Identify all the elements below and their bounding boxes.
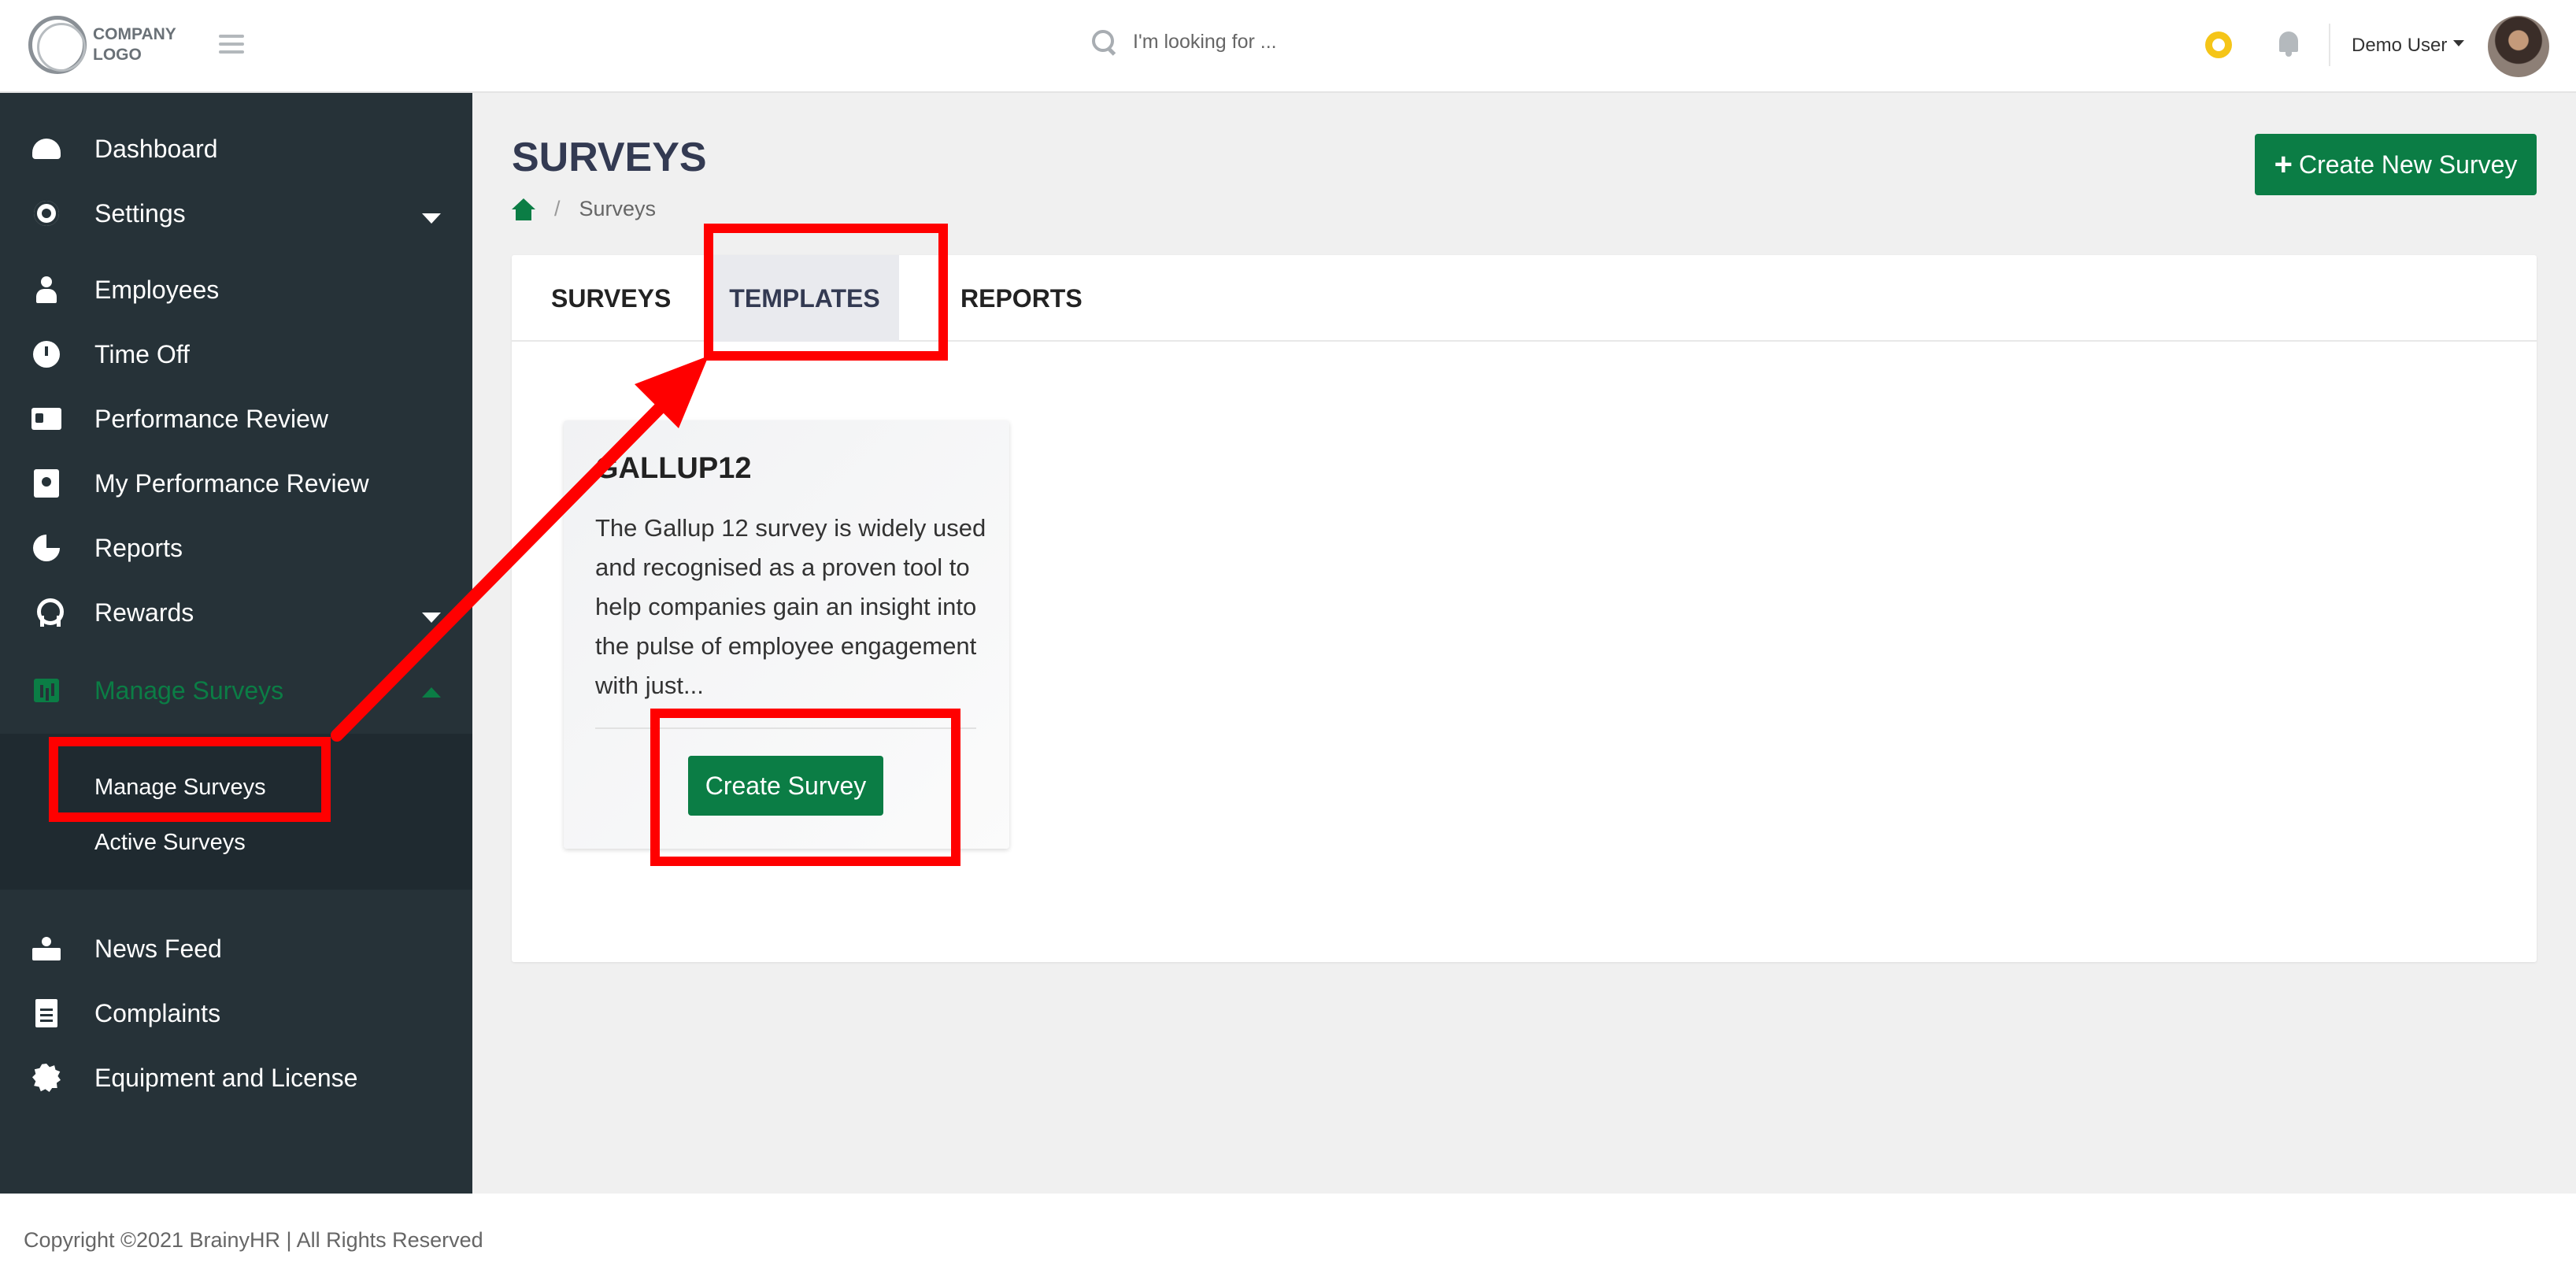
sidebar-item-label: Reports	[94, 533, 183, 562]
sidebar-item-rewards[interactable]: Rewards	[0, 585, 472, 640]
tab-reports[interactable]: REPORTS	[960, 255, 1083, 342]
search-input[interactable]	[1133, 30, 1448, 54]
sidebar-item-news-feed[interactable]: News Feed	[0, 921, 472, 976]
company-logo[interactable]: COMPANY LOGO	[28, 16, 187, 74]
breadcrumb: / Surveys	[512, 197, 656, 221]
footer: Copyright ©2021 BrainyHR | All Rights Re…	[0, 1194, 2576, 1288]
help-icon[interactable]	[2205, 31, 2232, 58]
bell-icon[interactable]	[2277, 30, 2300, 58]
news-icon	[31, 934, 61, 964]
gear-icon	[31, 198, 61, 228]
sidebar-item-label: Employees	[94, 275, 220, 304]
search-icon[interactable]	[1090, 28, 1117, 55]
sidebar-item-label: Performance Review	[94, 404, 328, 433]
top-bar: COMPANY LOGO Demo User	[0, 0, 2576, 93]
sidebar-item-equipment-and-license[interactable]: Equipment and License	[0, 1050, 472, 1105]
chart-icon	[31, 675, 61, 705]
caret-down-icon[interactable]	[422, 213, 441, 224]
sidebar-item-manage-surveys[interactable]: Manage Surveys	[0, 663, 472, 718]
footer-copyright: Copyright ©2021 BrainyHR | All Rights Re…	[24, 1228, 483, 1252]
sidebar-item-label: Dashboard	[94, 134, 218, 163]
sidebar-item-complaints[interactable]: Complaints	[0, 986, 472, 1041]
sidebar-item-label: Complaints	[94, 998, 221, 1027]
user-name: Demo User	[2352, 35, 2448, 56]
sidebar-item-reports[interactable]: Reports	[0, 520, 472, 576]
breadcrumb-current: Surveys	[579, 197, 657, 220]
document-icon	[31, 998, 61, 1028]
plus-icon: +	[2274, 147, 2293, 182]
caret-up-icon[interactable]	[422, 687, 441, 698]
certificate-icon	[31, 1063, 61, 1093]
page-title: SURVEYS	[512, 135, 707, 180]
user-icon	[31, 275, 61, 305]
clock-icon	[31, 339, 61, 369]
sidebar-item-my-performance-review[interactable]: My Performance Review	[0, 456, 472, 511]
header-divider	[2329, 24, 2330, 66]
tab-surveys[interactable]: SURVEYS	[551, 255, 671, 342]
logo-text: COMPANY LOGO	[93, 25, 176, 64]
template-description: The Gallup 12 survey is widely used and …	[595, 514, 986, 699]
pie-chart-icon	[31, 533, 61, 563]
id-card-icon	[31, 404, 61, 434]
caret-down-icon[interactable]	[422, 612, 441, 623]
create-survey-highlight	[650, 709, 960, 866]
dashboard-icon	[31, 134, 61, 164]
caret-down-icon	[2453, 40, 2465, 46]
sidebar-item-employees[interactable]: Employees	[0, 262, 472, 317]
home-icon[interactable]	[512, 198, 535, 220]
template-title: GALLUP12	[595, 452, 752, 485]
award-icon	[31, 598, 64, 627]
avatar[interactable]	[2488, 16, 2549, 77]
sidebar-item-label: Settings	[94, 198, 186, 228]
templates-tab-highlight	[704, 224, 948, 361]
logo-icon	[28, 16, 87, 74]
sidebar-item-label: Time Off	[94, 339, 190, 368]
sidebar-item-label: Equipment and License	[94, 1063, 358, 1092]
hamburger-menu-icon[interactable]	[219, 35, 244, 55]
sidebar-item-time-off[interactable]: Time Off	[0, 327, 472, 382]
sidebar-item-dashboard[interactable]: Dashboard	[0, 121, 472, 176]
id-badge-icon	[31, 468, 61, 498]
sidebar-item-label: Manage Surveys	[94, 675, 284, 705]
create-new-survey-button[interactable]: + Create New Survey	[2255, 134, 2537, 195]
sidebar-item-label: My Performance Review	[94, 468, 369, 498]
sidebar-item-performance-review[interactable]: Performance Review	[0, 391, 472, 446]
sidebar-item-label: Rewards	[94, 598, 194, 627]
breadcrumb-separator: /	[554, 197, 561, 220]
submenu-item-active-surveys[interactable]: Active Surveys	[94, 830, 246, 856]
create-new-survey-label: Create New Survey	[2298, 150, 2518, 179]
sidebar: Dashboard Settings Employees Time Off Pe…	[0, 93, 472, 1194]
user-menu[interactable]: Demo User	[2352, 35, 2465, 57]
manage-surveys-highlight	[49, 737, 331, 822]
sidebar-item-label: News Feed	[94, 934, 222, 963]
search-bar	[1090, 28, 1448, 55]
sidebar-item-settings[interactable]: Settings	[0, 186, 472, 241]
